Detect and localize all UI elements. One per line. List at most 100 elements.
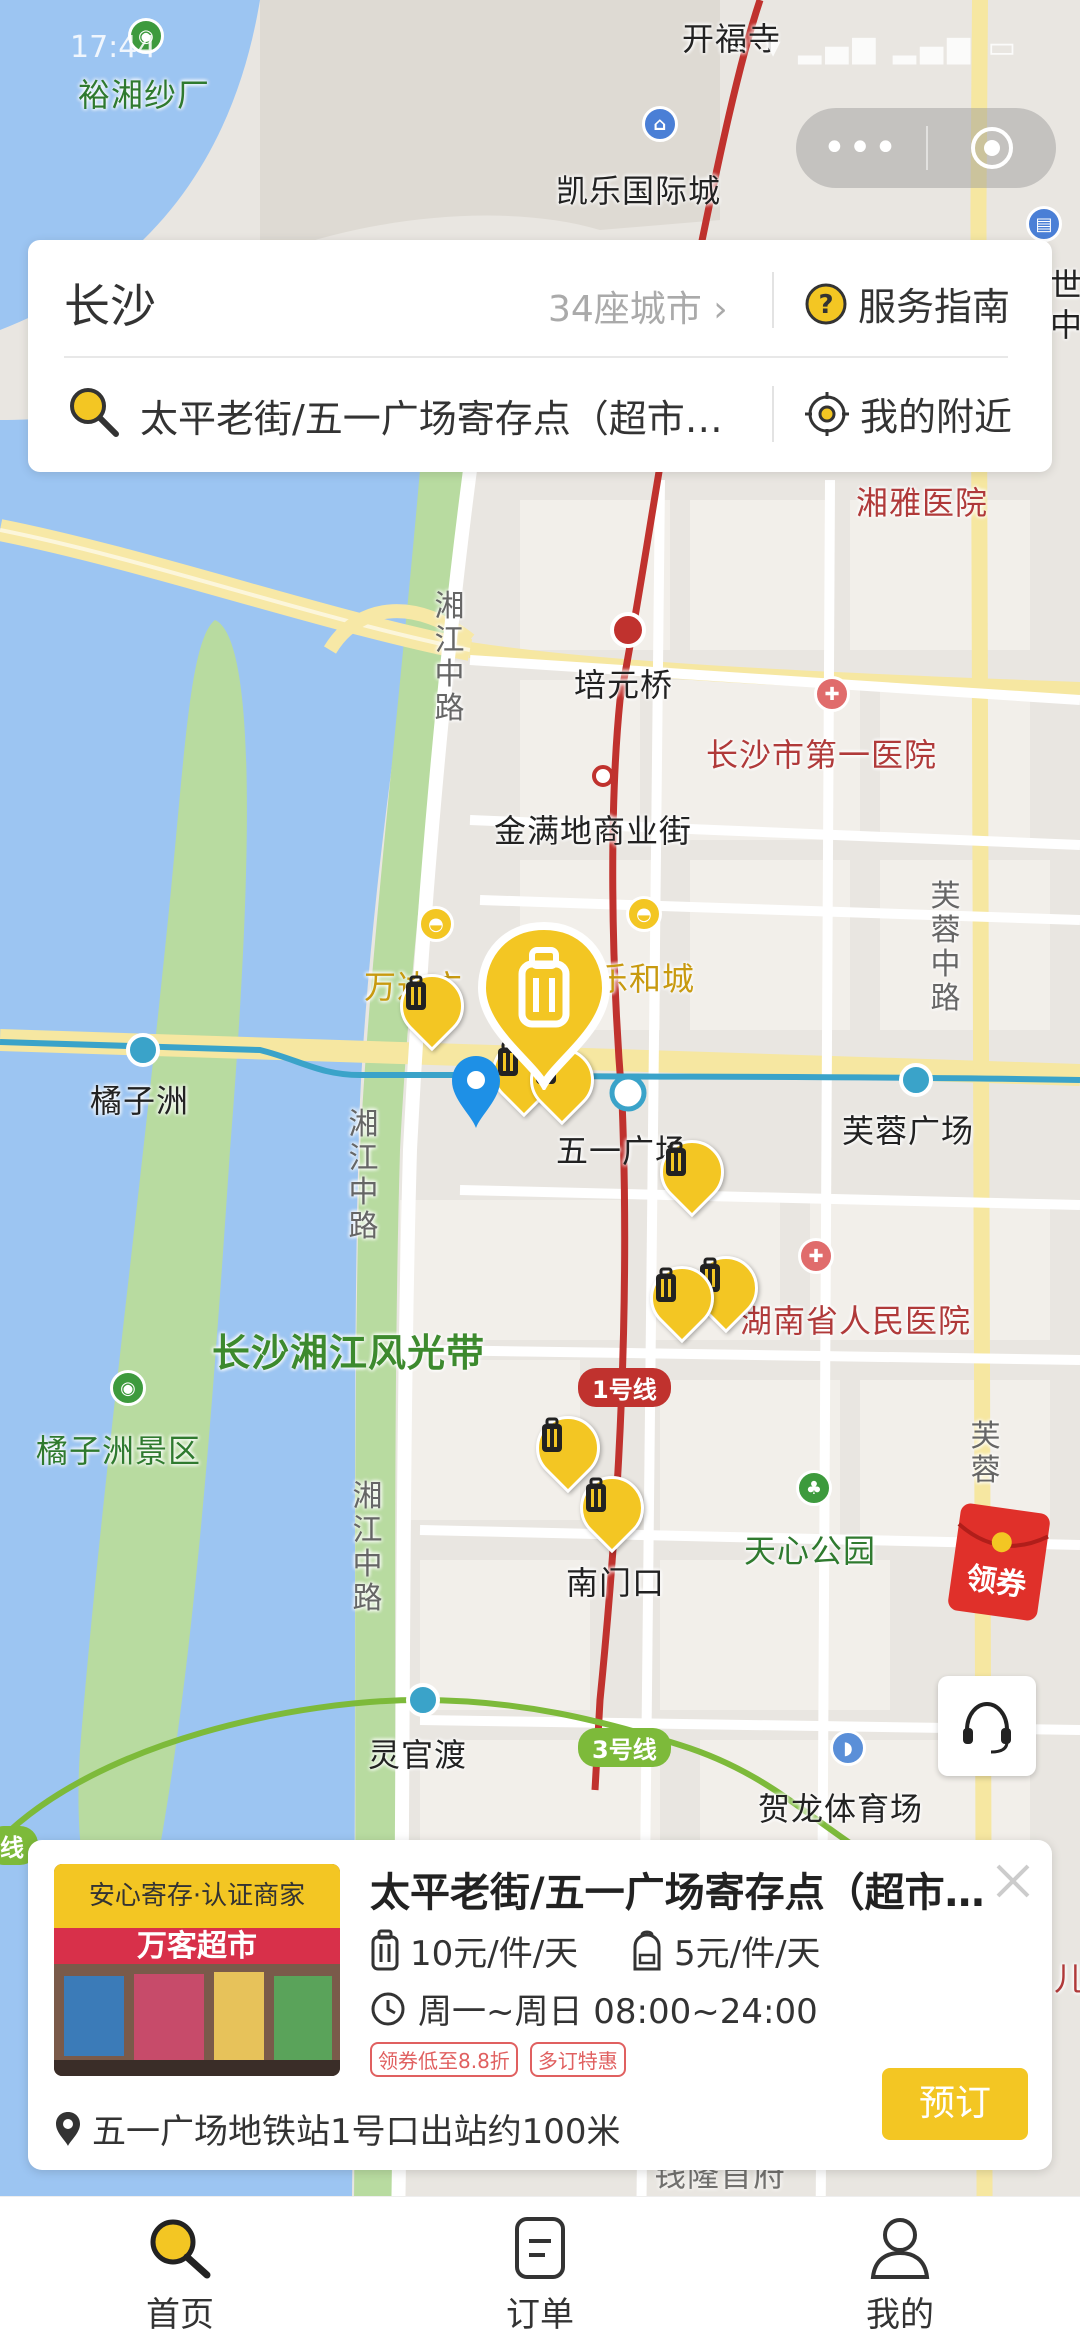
headset-icon bbox=[963, 1701, 1011, 1754]
divider bbox=[772, 386, 774, 442]
service-guide-button[interactable]: ? 服务指南 bbox=[804, 276, 1010, 331]
store-card[interactable]: 万客超市 安心寄存·认证商家 太平老街/五一广场寄存点（超市… 10元/件/天 bbox=[28, 1840, 1052, 2170]
map-label-road-xiangjiang-2: 湘江中路 bbox=[348, 1107, 380, 1244]
luggage-icon bbox=[666, 1141, 686, 1176]
luggage-icon bbox=[542, 1417, 562, 1452]
red-envelope-icon: 领券 bbox=[948, 1503, 1050, 1621]
poi-info-icon: ▤ bbox=[1026, 206, 1062, 242]
mall-icon: ◓ bbox=[626, 896, 662, 932]
suitcase-icon bbox=[371, 1929, 399, 1970]
status-icons: ⌁ ▾ ▂▄▆ ▂▄▆ ▭ bbox=[729, 30, 1020, 65]
search-icon bbox=[150, 2219, 211, 2279]
hospital-icon: ✚ bbox=[798, 1238, 834, 1274]
small-price-text: 5元/件/天 bbox=[674, 1934, 821, 1974]
map-label-nanmenkou: 南门口 bbox=[566, 1564, 666, 1602]
tab-home[interactable]: 首页 bbox=[0, 2197, 360, 2340]
price-row: 10元/件/天 5元/件/天 bbox=[370, 1926, 821, 1975]
locker-pin[interactable] bbox=[386, 960, 478, 1054]
close-icon[interactable] bbox=[988, 1856, 1038, 1906]
metro-line-1-badge: 1号线 bbox=[578, 1368, 671, 1407]
order-icon bbox=[515, 2217, 565, 2279]
location-pin-icon bbox=[56, 2111, 80, 2146]
certified-badge: 安心寄存·认证商家 bbox=[54, 1864, 340, 1928]
address-row: 五一广场地铁站1号口出站约100米 bbox=[54, 2104, 621, 2153]
luggage-icon bbox=[656, 1267, 676, 1302]
miniapp-capsule: ••• bbox=[796, 108, 1056, 188]
map-label-xiangya: 湘雅医院 bbox=[856, 484, 989, 522]
service-guide-label: 服务指南 bbox=[858, 285, 1011, 329]
locker-pin[interactable] bbox=[646, 1126, 738, 1220]
promo-tag: 多订特惠 bbox=[529, 2042, 626, 2077]
tab-profile[interactable]: 我的 bbox=[720, 2197, 1080, 2340]
luggage-icon bbox=[586, 1477, 606, 1512]
map-label-jinmandi: 金满地商业街 bbox=[494, 812, 693, 850]
map-label-shengrenmin: 湖南省人民医院 bbox=[740, 1302, 972, 1340]
map-label-juzizhou-scenic: 橘子洲景区 bbox=[36, 1432, 202, 1470]
profile-icon bbox=[870, 2218, 930, 2279]
more-button[interactable]: ••• bbox=[796, 125, 926, 171]
map-label-tianxin: 天心公园 bbox=[744, 1532, 877, 1570]
map-label-fengguang: 长沙湘江风光带 bbox=[212, 1331, 486, 1375]
user-location-icon bbox=[452, 1056, 500, 1128]
coupon-button[interactable]: 领券 bbox=[944, 1500, 1054, 1624]
locate-icon bbox=[805, 391, 849, 436]
map-label-road-furong-2: 芙蓉 bbox=[970, 1419, 1002, 1488]
locker-pin[interactable] bbox=[566, 1462, 658, 1556]
search-input[interactable]: 太平老街/五一广场寄存点（超市… bbox=[140, 388, 806, 443]
hours-row: 周一~周日 08:00~24:00 bbox=[370, 1984, 818, 2033]
close-miniapp-button[interactable] bbox=[928, 124, 1056, 172]
tab-profile-label: 我的 bbox=[866, 2295, 934, 2335]
promo-tag: 领券低至8.8折 bbox=[370, 2042, 518, 2077]
small-luggage-price: 5元/件/天 bbox=[630, 1926, 821, 1975]
tab-orders-label: 订单 bbox=[506, 2295, 574, 2335]
search-row[interactable]: 太平老街/五一广场寄存点（超市… 我的附近 bbox=[28, 358, 1052, 472]
map-label-road-furong: 芙蓉中路 bbox=[930, 879, 962, 1016]
stadium-icon: ◗ bbox=[830, 1730, 866, 1766]
search-icon bbox=[70, 388, 119, 437]
promo-tags: 领券低至8.8折 多订特惠 bbox=[370, 2042, 626, 2077]
nearby-label: 我的附近 bbox=[860, 395, 1013, 439]
target-icon bbox=[971, 127, 1013, 169]
hours-text: 周一~周日 08:00~24:00 bbox=[418, 1992, 818, 2032]
address-text: 五一广场地铁站1号口出站约100米 bbox=[92, 2112, 621, 2152]
backpack-icon bbox=[633, 1930, 661, 1970]
question-icon: ? bbox=[805, 283, 847, 324]
map-label-peiyuan: 培元桥 bbox=[574, 666, 674, 704]
customer-service-button[interactable] bbox=[938, 1676, 1036, 1776]
current-city[interactable]: 长沙 bbox=[64, 270, 156, 336]
hospital-icon: ✚ bbox=[814, 676, 850, 712]
tab-bar: 首页 订单 我的 bbox=[0, 2196, 1080, 2340]
metro-line-3-badge: 3号线 bbox=[578, 1728, 671, 1767]
large-luggage-price: 10元/件/天 bbox=[370, 1926, 630, 1975]
poi-building-icon: ⌂ bbox=[642, 106, 678, 142]
locker-pin[interactable] bbox=[636, 1252, 728, 1346]
divider bbox=[772, 272, 774, 328]
map-label-kaile: 凯乐国际城 bbox=[556, 172, 722, 210]
mall-icon: ◓ bbox=[418, 906, 454, 942]
map-label-juzizhou: 橘子洲 bbox=[90, 1082, 190, 1120]
camera-icon: ◉ bbox=[110, 1370, 146, 1406]
store-photo-sign: 万客超市 bbox=[137, 1929, 257, 1964]
city-count-link[interactable]: 34座城市 › bbox=[548, 280, 728, 332]
store-title: 太平老街/五一广场寄存点（超市… bbox=[370, 1870, 985, 1916]
search-card: 长沙 34座城市 › ? 服务指南 太平老街/五一广场寄存点（超市… 我的附近 bbox=[28, 240, 1052, 472]
tab-home-label: 首页 bbox=[146, 2295, 214, 2335]
map-label-lingguandu: 灵官渡 bbox=[368, 1736, 468, 1774]
map-label-helong: 贺龙体育场 bbox=[758, 1790, 924, 1828]
nearby-button[interactable]: 我的附近 bbox=[804, 386, 1012, 441]
park-icon: ♣ bbox=[796, 1470, 832, 1506]
tab-orders[interactable]: 订单 bbox=[360, 2197, 720, 2340]
status-time: 17:44 bbox=[70, 30, 157, 65]
clock-icon bbox=[371, 1992, 405, 2025]
map-label-zhong: 中 bbox=[1050, 306, 1080, 344]
luggage-icon bbox=[406, 975, 426, 1010]
status-bar: 17:44 ⌁ ▾ ▂▄▆ ▂▄▆ ▭ bbox=[0, 0, 1080, 90]
map-label-road-xiangjiang-1: 湘江中路 bbox=[434, 589, 466, 726]
svg-text:?: ? bbox=[818, 290, 833, 320]
book-button[interactable]: 预订 bbox=[882, 2068, 1028, 2140]
city-row: 长沙 34座城市 › ? 服务指南 bbox=[28, 240, 1052, 356]
large-price-text: 10元/件/天 bbox=[410, 1934, 579, 1974]
map-label-liu: 儿 bbox=[1054, 1960, 1080, 1998]
map-label-furong-sq: 芙蓉广场 bbox=[842, 1112, 975, 1150]
map-label-shidiyi: 长沙市第一医院 bbox=[706, 736, 938, 774]
